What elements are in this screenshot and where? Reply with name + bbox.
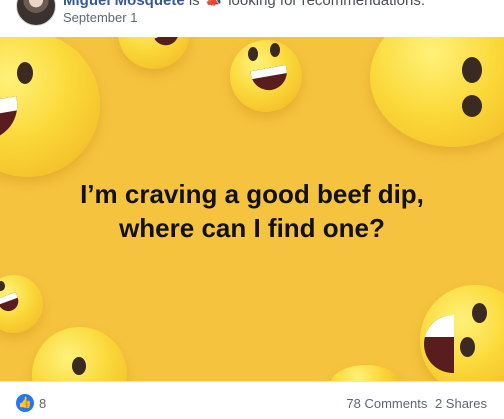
smiley-emoji-icon — [370, 37, 504, 147]
like-count[interactable]: 8 — [39, 396, 46, 411]
smiley-emoji-icon — [0, 275, 43, 333]
post-header: Miguel Mosquete is 📣 looking for recomme… — [0, 0, 504, 37]
smiley-emoji-icon — [0, 37, 100, 177]
comments-count[interactable]: 78 Comments — [346, 396, 427, 411]
smiley-emoji-icon — [118, 37, 190, 69]
smiley-emoji-icon — [330, 365, 402, 381]
author-name[interactable]: Miguel Mosquete — [63, 0, 185, 9]
post-author-line: Miguel Mosquete is 📣 looking for recomme… — [63, 0, 425, 9]
image-caption-line-2: where can I find one? — [119, 213, 385, 243]
engagement-counts: 78 Comments 2 Shares — [342, 396, 487, 411]
smiley-emoji-icon — [420, 285, 504, 381]
image-caption-line-1: I’m craving a good beef dip, — [80, 179, 424, 209]
smiley-emoji-icon — [230, 40, 302, 112]
post-footer: 👍 8 78 Comments 2 Shares — [0, 381, 504, 419]
activity-text: looking for recommendations. — [228, 0, 425, 9]
image-caption: I’m craving a good beef dip, where can I… — [0, 177, 504, 245]
megaphone-icon: 📣 — [205, 0, 223, 8]
post-card: Miguel Mosquete is 📣 looking for recomme… — [0, 0, 504, 419]
post-date[interactable]: September 1 — [63, 10, 137, 25]
smiley-emoji-icon — [32, 327, 127, 381]
like-icon[interactable]: 👍 — [16, 394, 34, 412]
avatar[interactable] — [16, 0, 56, 26]
post-image[interactable]: I’m craving a good beef dip, where can I… — [0, 37, 504, 381]
verb-text: is — [188, 0, 200, 9]
shares-count[interactable]: 2 Shares — [435, 396, 487, 411]
